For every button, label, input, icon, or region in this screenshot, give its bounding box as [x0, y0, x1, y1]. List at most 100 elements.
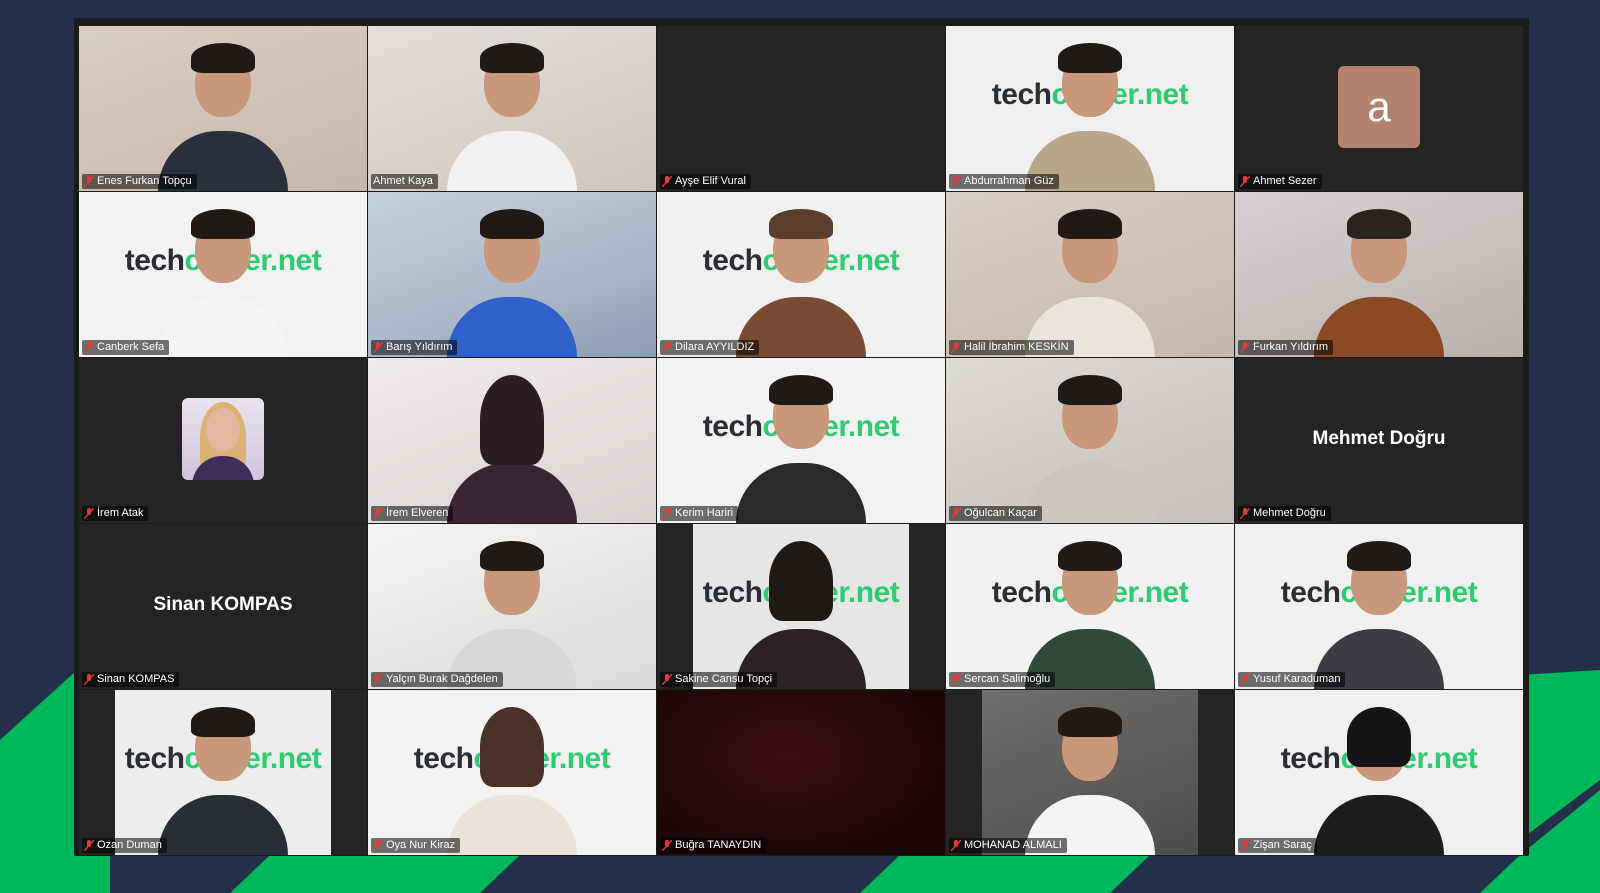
- participant-label: Ahmet Kaya: [371, 174, 438, 189]
- participant-tile[interactable]: techcareer.net Kerim Hariri: [657, 358, 945, 523]
- camera-feed: techcareer.net: [1235, 690, 1523, 855]
- participant-tile[interactable]: Barış Yıldırım: [368, 192, 656, 357]
- camera-feed: [946, 192, 1234, 357]
- participant-name: Oğulcan Kaçar: [964, 507, 1037, 519]
- participant-tile[interactable]: İrem Elveren: [368, 358, 656, 523]
- camera-feed: techcareer.net: [1235, 524, 1523, 689]
- participant-label: Oğulcan Kaçar: [949, 506, 1042, 521]
- camera-feed: [79, 26, 367, 191]
- participant-tile[interactable]: MOHANAD ALMALI: [946, 690, 1234, 855]
- participant-name: Buğra TANAYDIN: [675, 839, 762, 851]
- camera-feed: techcareer.net: [368, 690, 656, 855]
- participant-label: Ahmet Sezer: [1238, 174, 1322, 189]
- muted-mic-icon: [662, 674, 672, 685]
- muted-mic-icon: [662, 840, 672, 851]
- participant-label: Canberk Sefa: [82, 340, 170, 355]
- participant-tile[interactable]: techcareer.net Dilara AYYILDIZ: [657, 192, 945, 357]
- participant-name: İrem Elveren: [386, 507, 449, 519]
- participant-tile[interactable]: techcareer.net Ozan Duman: [79, 690, 367, 855]
- participant-tile[interactable]: techcareer.net Canberk Sefa: [79, 192, 367, 357]
- participant-label: Sercan Salimoğlu: [949, 672, 1056, 687]
- camera-feed: techcareer.net: [693, 524, 909, 689]
- participant-label: İrem Elveren: [371, 506, 454, 521]
- muted-mic-icon: [951, 176, 961, 187]
- participant-label: Yalçın Burak Dağdelen: [371, 672, 503, 687]
- participant-tile[interactable]: Buğra TANAYDIN: [657, 690, 945, 855]
- muted-mic-icon: [84, 840, 94, 851]
- camera-feed: techcareer.net: [946, 524, 1234, 689]
- muted-mic-icon: [84, 508, 94, 519]
- participant-name: Barış Yıldırım: [386, 341, 453, 353]
- camera-feed: [982, 690, 1198, 855]
- camera-feed: [368, 524, 656, 689]
- camera-off-placeholder: Sinan KOMPAS: [79, 524, 367, 689]
- camera-feed: techcareer.net: [115, 690, 331, 855]
- camera-off-placeholder: a: [1235, 26, 1523, 191]
- participant-name: Kerim Hariri: [675, 507, 734, 519]
- participant-tile[interactable]: Halil İbrahim KESKİN: [946, 192, 1234, 357]
- participant-name: Yalçın Burak Dağdelen: [386, 673, 498, 685]
- participant-tile[interactable]: a Ahmet Sezer: [1235, 26, 1523, 191]
- participant-tile[interactable]: Mehmet Doğru Mehmet Doğru: [1235, 358, 1523, 523]
- camera-feed: techcareer.net: [657, 358, 945, 523]
- participant-tile[interactable]: Oğulcan Kaçar: [946, 358, 1234, 523]
- muted-mic-icon: [1240, 342, 1250, 353]
- muted-mic-icon: [951, 342, 961, 353]
- participant-name: Sercan Salimoğlu: [964, 673, 1051, 685]
- participant-label: Kerim Hariri: [660, 506, 739, 521]
- participant-tile[interactable]: techcareer.net Sakine Cansu Topçi: [657, 524, 945, 689]
- muted-mic-icon: [373, 508, 383, 519]
- meeting-gallery-window: Enes Furkan Topçu Ahmet Kaya Ayşe Elif V…: [74, 18, 1529, 856]
- camera-feed: [368, 26, 656, 191]
- participant-tile[interactable]: techcareer.net Zişan Saraç: [1235, 690, 1523, 855]
- participant-label: Sakine Cansu Topçi: [660, 672, 778, 687]
- participant-label: Sinan KOMPAS: [82, 672, 180, 687]
- muted-mic-icon: [84, 342, 94, 353]
- participant-tile[interactable]: Sinan KOMPAS Sinan KOMPAS: [79, 524, 367, 689]
- participant-label: Oya Nur Kiraz: [371, 838, 461, 853]
- participant-label: Abdurrahman Güz: [949, 174, 1059, 189]
- camera-feed: techcareer.net: [946, 26, 1234, 191]
- participant-tile[interactable]: techcareer.net Abdurrahman Güz: [946, 26, 1234, 191]
- participant-label: Dilara AYYILDIZ: [660, 340, 760, 355]
- participant-label: Buğra TANAYDIN: [660, 838, 767, 853]
- muted-mic-icon: [1240, 176, 1250, 187]
- participant-tile[interactable]: Ayşe Elif Vural: [657, 26, 945, 191]
- muted-mic-icon: [662, 342, 672, 353]
- participant-label: Ozan Duman: [82, 838, 167, 853]
- camera-feed: [657, 690, 945, 855]
- participant-tile[interactable]: Furkan Yıldırım: [1235, 192, 1523, 357]
- participant-name: MOHANAD ALMALI: [964, 839, 1062, 851]
- muted-mic-icon: [1240, 840, 1250, 851]
- muted-mic-icon: [373, 342, 383, 353]
- participant-tile[interactable]: Enes Furkan Topçu: [79, 26, 367, 191]
- participant-tile[interactable]: techcareer.net Yusuf Karaduman: [1235, 524, 1523, 689]
- muted-mic-icon: [662, 508, 672, 519]
- participant-tile[interactable]: Yalçın Burak Dağdelen: [368, 524, 656, 689]
- participant-display-name: Sinan KOMPAS: [153, 594, 293, 615]
- participant-label: Furkan Yıldırım: [1238, 340, 1333, 355]
- participant-name: Mehmet Doğru: [1253, 507, 1326, 519]
- camera-off-placeholder: Mehmet Doğru: [1235, 358, 1523, 523]
- participant-grid: Enes Furkan Topçu Ahmet Kaya Ayşe Elif V…: [79, 26, 1523, 855]
- participant-label: Barış Yıldırım: [371, 340, 458, 355]
- participant-name: Oya Nur Kiraz: [386, 839, 456, 851]
- participant-tile[interactable]: techcareer.net Sercan Salimoğlu: [946, 524, 1234, 689]
- participant-name: Halil İbrahim KESKİN: [964, 341, 1069, 353]
- camera-feed: [368, 192, 656, 357]
- participant-tile[interactable]: İrem Atak: [79, 358, 367, 523]
- participant-name: Ahmet Sezer: [1253, 175, 1317, 187]
- participant-name: Ozan Duman: [97, 839, 162, 851]
- muted-mic-icon: [1240, 674, 1250, 685]
- muted-mic-icon: [951, 674, 961, 685]
- participant-name: Canberk Sefa: [97, 341, 165, 353]
- participant-label: Yusuf Karaduman: [1238, 672, 1346, 687]
- participant-label: Mehmet Doğru: [1238, 506, 1331, 521]
- participant-label: Halil İbrahim KESKİN: [949, 340, 1074, 355]
- participant-tile[interactable]: techcareer.net Oya Nur Kiraz: [368, 690, 656, 855]
- muted-mic-icon: [1240, 508, 1250, 519]
- muted-mic-icon: [84, 176, 94, 187]
- camera-feed: techcareer.net: [657, 192, 945, 357]
- muted-mic-icon: [662, 176, 672, 187]
- participant-tile-active-speaker[interactable]: Ahmet Kaya: [368, 26, 656, 191]
